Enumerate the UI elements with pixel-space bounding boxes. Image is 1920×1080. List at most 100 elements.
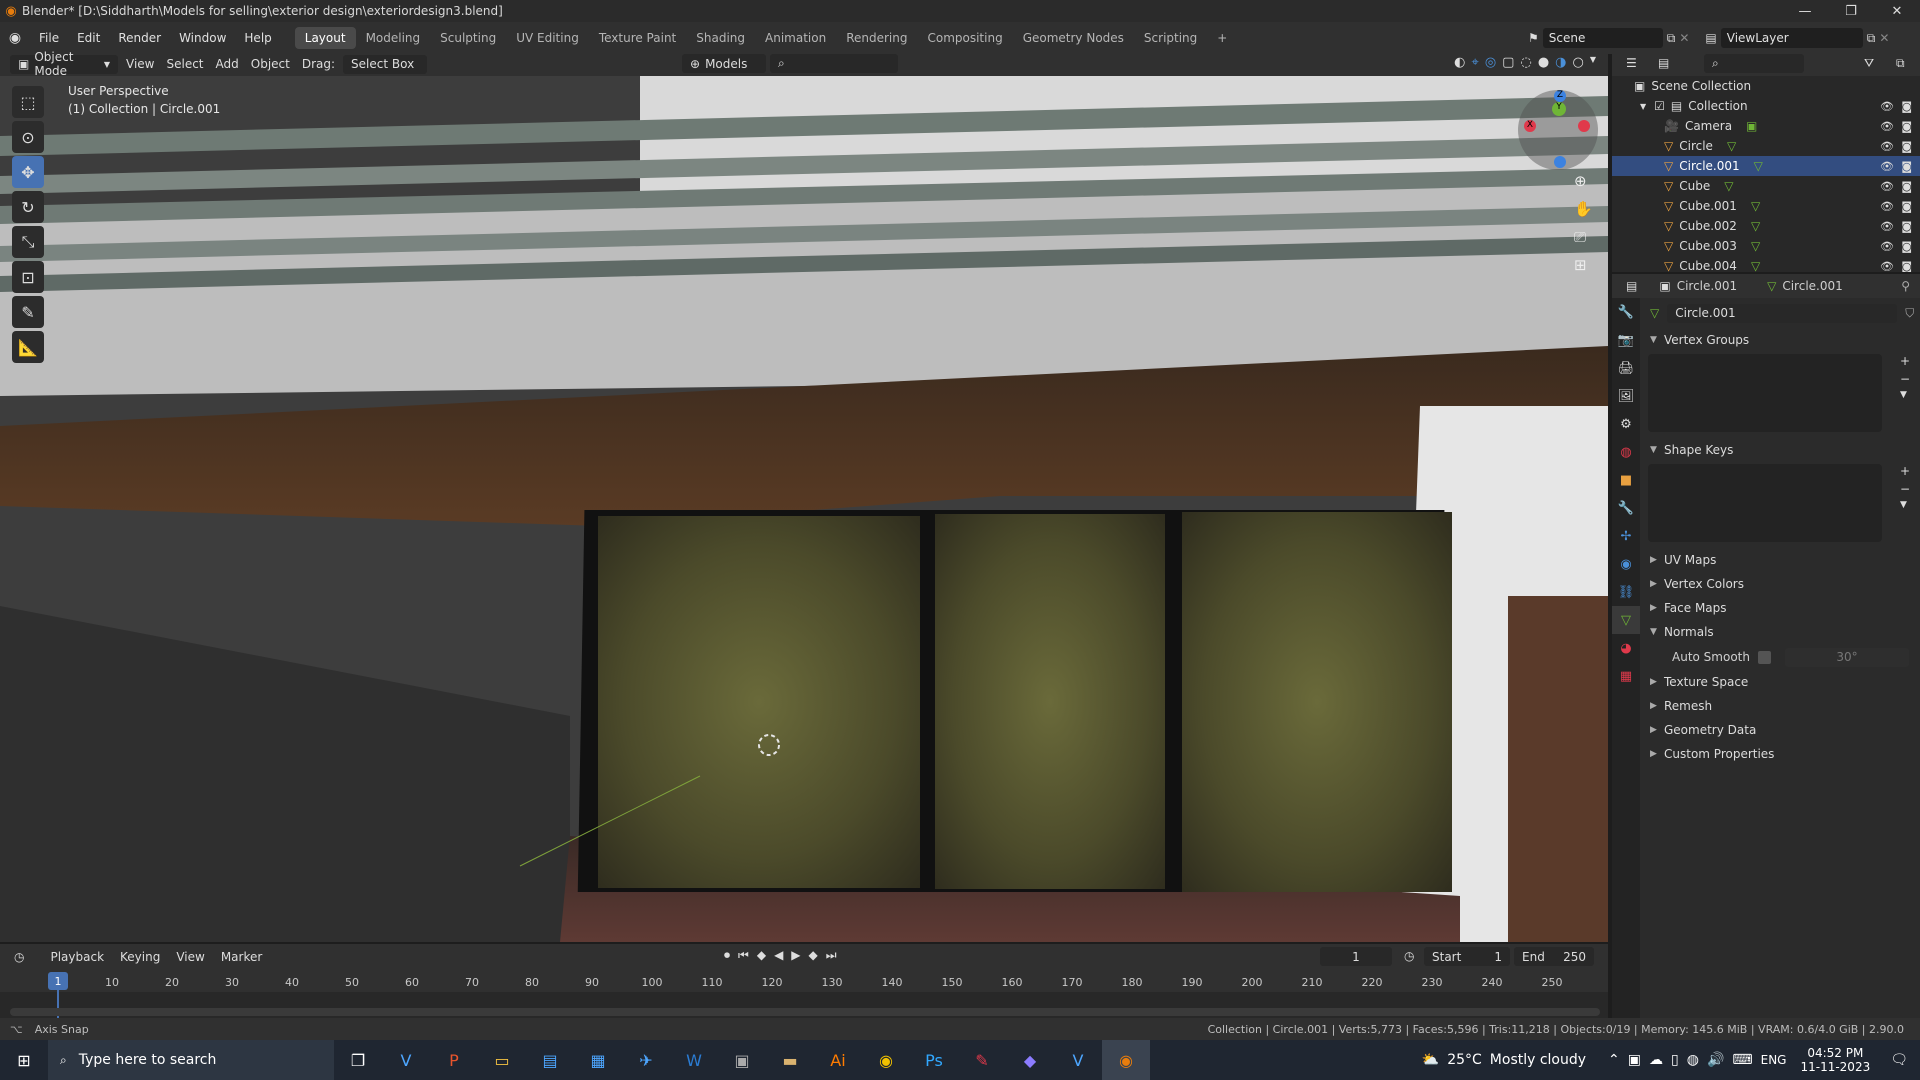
menu-file[interactable]: File <box>30 31 68 45</box>
drag-dropdown[interactable]: Select Box <box>343 54 428 74</box>
visibility-icon[interactable]: ◐ <box>1454 55 1465 70</box>
minimize-icon[interactable]: — <box>1782 0 1828 22</box>
checkbox-icon[interactable]: ☑ <box>1654 99 1665 113</box>
pin-icon[interactable]: ⚲ <box>1901 279 1910 293</box>
auto-smooth-angle-field[interactable]: 30° <box>1784 647 1909 667</box>
record-icon[interactable]: ⏺ <box>724 948 730 963</box>
panel-remesh[interactable]: ▶ Remesh <box>1640 694 1920 718</box>
delete-scene-icon[interactable]: ✕ <box>1679 31 1689 45</box>
frame-ruler[interactable]: 10 20 30 40 50 60 70 80 90 100 110 120 130 140 150 160 1… <box>0 970 1608 992</box>
outliner-item-cube-002[interactable]: ▽ Cube.002 ▽ 👁 ◙ <box>1612 216 1920 236</box>
specials-menu-icon[interactable]: ▼ <box>1900 390 1910 400</box>
eye-icon[interactable]: 👁 <box>1880 260 1894 273</box>
view-layer-icon[interactable]: ▤ <box>1705 31 1716 45</box>
move-icon[interactable]: ✥ <box>12 156 44 188</box>
jump-end-icon[interactable]: ⏭ <box>826 948 837 963</box>
delete-view-layer-icon[interactable]: ✕ <box>1879 31 1889 45</box>
eye-icon[interactable]: 👁 <box>1880 140 1894 153</box>
mode-dropdown[interactable]: ▣ Object Mode ▼ <box>10 50 118 78</box>
display-mode-icon[interactable]: ▤ <box>1658 56 1669 70</box>
outliner-item-cube-004[interactable]: ▽ Cube.004 ▽ 👁 ◙ <box>1612 256 1920 272</box>
render-camera-icon[interactable]: ◙ <box>1901 160 1912 173</box>
render-camera-icon[interactable]: ◙ <box>1901 100 1912 113</box>
physics-tab-icon[interactable]: ◉ <box>1612 550 1640 578</box>
gizmo-x-axis[interactable]: X <box>1524 120 1536 132</box>
wireframe-shading-icon[interactable]: ◌ <box>1520 55 1531 70</box>
tab-texture-paint[interactable]: Texture Paint <box>589 27 686 49</box>
navigation-gizmo[interactable]: Y X Z <box>1518 90 1598 170</box>
illustrator-icon[interactable]: Ai <box>814 1040 862 1080</box>
taskbar-search[interactable]: ⌕ Type here to search <box>48 1040 334 1080</box>
keyboard-icon[interactable]: ⌨ <box>1732 1052 1752 1068</box>
play-icon[interactable]: ▶ <box>791 948 800 963</box>
3d-viewport[interactable]: User Perspective (1) Collection | Circle… <box>0 76 1608 942</box>
panel-texture-space[interactable]: ▶ Texture Space <box>1640 670 1920 694</box>
panel-uv-maps[interactable]: ▶ UV Maps <box>1640 548 1920 572</box>
particles-tab-icon[interactable]: ✢ <box>1612 522 1640 550</box>
tab-layout[interactable]: Layout <box>294 27 356 49</box>
menu-window[interactable]: Window <box>170 31 235 45</box>
outliner-search-field[interactable]: ⌕ <box>1704 54 1804 73</box>
eye-icon[interactable]: 👁 <box>1880 180 1894 193</box>
blender-taskbar-icon[interactable]: ◉ <box>1102 1040 1150 1080</box>
render-camera-icon[interactable]: ◙ <box>1901 180 1912 193</box>
store-icon[interactable]: ▦ <box>574 1040 622 1080</box>
add-shape-key-icon[interactable]: + <box>1900 464 1910 478</box>
transform-orientation-dropdown[interactable]: ⊕ Models <box>682 54 766 73</box>
play-reverse-icon[interactable]: ◀ <box>774 948 783 963</box>
material-shading-icon[interactable]: ◑ <box>1555 55 1566 70</box>
menu-help[interactable]: Help <box>235 31 280 45</box>
add-workspace-icon[interactable]: + <box>1207 27 1237 49</box>
menu-edit[interactable]: Edit <box>68 31 109 45</box>
eye-icon[interactable]: 👁 <box>1880 100 1894 113</box>
next-keyframe-icon[interactable]: ◆ <box>809 948 818 963</box>
specials-menu-icon[interactable]: ▼ <box>1900 500 1910 510</box>
scene-icon[interactable]: ⚑ <box>1528 31 1539 45</box>
mesh-name-field[interactable]: Circle.001 <box>1667 303 1898 323</box>
current-frame-field[interactable]: 1 <box>1320 947 1392 966</box>
volume-icon[interactable]: 🔊 <box>1707 1052 1724 1068</box>
view-layer-tab-icon[interactable]: 🖼 <box>1612 382 1640 410</box>
powerpoint-icon[interactable]: P <box>430 1040 478 1080</box>
new-collection-icon[interactable]: ⧉ <box>1896 56 1905 71</box>
material-tab-icon[interactable]: ◕ <box>1612 634 1640 662</box>
outliner-editor-type-icon[interactable]: ☰ <box>1626 56 1637 70</box>
render-tab-icon[interactable]: 📷 <box>1612 326 1640 354</box>
scene-selector[interactable]: Scene <box>1542 28 1663 48</box>
timeline-editor-type-icon[interactable]: ◷ <box>14 950 24 964</box>
panel-normals[interactable]: ▼ Normals <box>1640 620 1920 644</box>
outliner-collection[interactable]: ▼ ☑ ▤ Collection 👁 ◙ <box>1612 96 1920 116</box>
output-tab-icon[interactable]: 🖨 <box>1612 354 1640 382</box>
tab-shading[interactable]: Shading <box>686 27 755 49</box>
menu-playback[interactable]: Playback <box>46 950 108 964</box>
timeline-scrollbar[interactable] <box>10 1008 1600 1016</box>
gizmo-z-axis-dot[interactable] <box>1554 156 1566 168</box>
maximize-icon[interactable]: ❐ <box>1828 0 1874 22</box>
close-icon[interactable]: ✕ <box>1874 0 1920 22</box>
blender-menu-icon[interactable]: ◉ <box>0 30 30 46</box>
tool-tab-icon[interactable]: 🔧 <box>1612 298 1640 326</box>
tab-scripting[interactable]: Scripting <box>1134 27 1207 49</box>
app-icon[interactable]: ✎ <box>958 1040 1006 1080</box>
panel-vertex-groups[interactable]: ▼ Vertex Groups <box>1640 328 1920 352</box>
texture-tab-icon[interactable]: ▦ <box>1612 662 1640 690</box>
outliner-item-camera[interactable]: 🎥 Camera ▣ 👁 ◙ <box>1612 116 1920 136</box>
new-view-layer-icon[interactable]: ⧉ <box>1867 31 1876 46</box>
eye-icon[interactable]: 👁 <box>1880 240 1894 253</box>
menu-keying[interactable]: Keying <box>116 950 164 964</box>
scene-tab-icon[interactable]: ⚙ <box>1612 410 1640 438</box>
object-tab-icon[interactable]: ■ <box>1612 466 1640 494</box>
zoom-icon[interactable]: ⊕ <box>1574 172 1593 190</box>
render-camera-icon[interactable]: ◙ <box>1901 260 1912 273</box>
outliner-item-circle[interactable]: ▽ Circle ▽ 👁 ◙ <box>1612 136 1920 156</box>
render-camera-icon[interactable]: ◙ <box>1901 240 1912 253</box>
tab-geometry-nodes[interactable]: Geometry Nodes <box>1013 27 1134 49</box>
menu-timeline-view[interactable]: View <box>172 950 208 964</box>
eye-icon[interactable]: 👁 <box>1880 200 1894 213</box>
panel-face-maps[interactable]: ▶ Face Maps <box>1640 596 1920 620</box>
chevron-up-icon[interactable]: ⌃ <box>1608 1052 1620 1068</box>
windows-start-icon[interactable]: ⊞ <box>0 1040 48 1080</box>
task-view-icon[interactable]: ❐ <box>334 1040 382 1080</box>
panel-shape-keys[interactable]: ▼ Shape Keys <box>1640 438 1920 462</box>
app-icon[interactable]: ▬ <box>766 1040 814 1080</box>
